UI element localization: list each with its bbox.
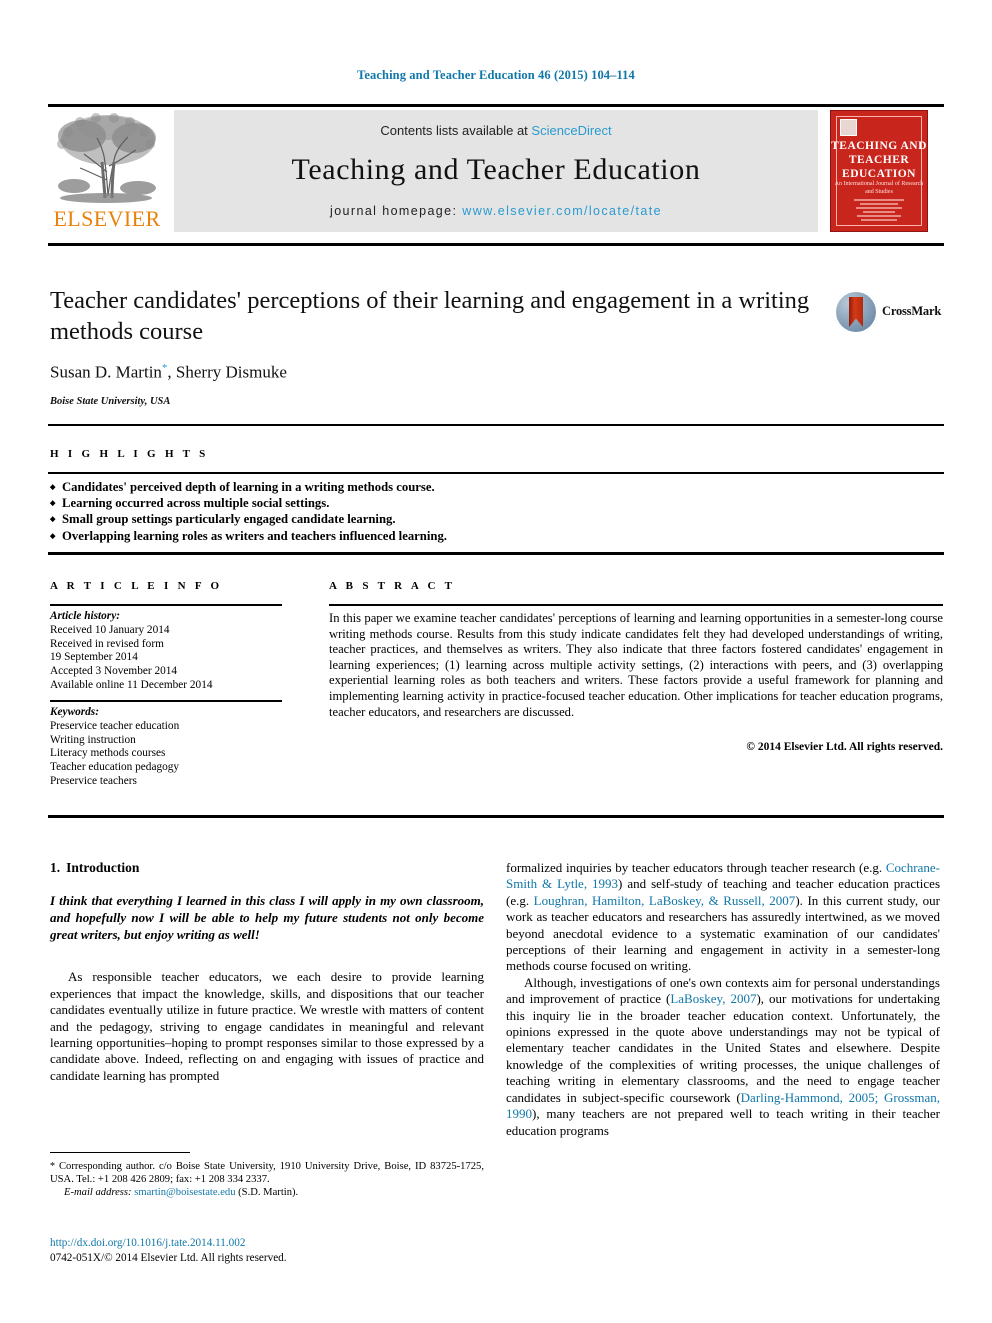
list-item: Overlapping learning roles as writers an… (50, 528, 770, 545)
pull-quote: I think that everything I learned in thi… (50, 893, 484, 943)
author-rest: , Sherry Dismuke (167, 362, 287, 382)
article-history-line: Available online 11 December 2014 (50, 678, 213, 691)
journal-homepage-line: journal homepage: www.elsevier.com/locat… (174, 204, 818, 218)
email-link[interactable]: smartin@boisestate.edu (134, 1187, 235, 1198)
article-history-label: Article history: (50, 610, 120, 622)
email-label: E-mail address: (64, 1187, 132, 1198)
abstract-copyright: © 2014 Elsevier Ltd. All rights reserved… (746, 741, 943, 753)
journal-cover-thumbnail: TEACHING AND TEACHER EDUCATION An Intern… (830, 110, 928, 232)
body-column-right: formalized inquiries by teacher educator… (506, 860, 940, 1139)
paper-page: Teaching and Teacher Education 46 (2015)… (0, 0, 992, 1323)
keywords-rule (50, 700, 282, 702)
keyword-item: Writing instruction (50, 733, 136, 746)
keyword-item: Preservice teacher education (50, 719, 180, 732)
author-affiliation: Boise State University, USA (50, 396, 171, 407)
corresponding-author-footnote: * Corresponding author. c/o Boise State … (50, 1160, 484, 1199)
contents-line: Contents lists available at ScienceDirec… (174, 123, 818, 138)
keyword-item: Literacy methods courses (50, 747, 166, 760)
keywords-label: Keywords: (50, 706, 99, 718)
journal-banner: Contents lists available at ScienceDirec… (174, 110, 818, 232)
title-section-rule (48, 424, 944, 426)
abstract-heading: A B S T R A C T (329, 580, 456, 592)
masthead-top-rule (48, 104, 944, 107)
article-info-rule (50, 604, 282, 606)
keywords-block: Keywords: Preservice teacher education W… (50, 706, 290, 789)
list-item: Candidates' perceived depth of learning … (50, 479, 770, 496)
section-heading-introduction: 1. Introduction (50, 860, 484, 876)
keyword-item: Preservice teachers (50, 774, 137, 787)
list-item: Small group settings particularly engage… (50, 511, 770, 528)
doi-link[interactable]: http://dx.doi.org/10.1016/j.tate.2014.11… (50, 1236, 484, 1251)
contents-prefix: Contents lists available at (380, 123, 532, 138)
footnote-rule (50, 1152, 190, 1153)
homepage-url-link[interactable]: www.elsevier.com/locate/tate (462, 204, 662, 218)
article-history-line: Received in revised form (50, 637, 164, 650)
article-history: Article history: Received 10 January 201… (50, 610, 290, 693)
masthead-bottom-rule (48, 243, 944, 246)
cover-editor-lines (831, 199, 927, 223)
abstract-text: In this paper we examine teacher candida… (329, 611, 943, 719)
abstract-bottom-rule (48, 815, 944, 818)
highlights-list: Candidates' perceived depth of learning … (50, 479, 770, 545)
sciencedirect-link[interactable]: ScienceDirect (531, 123, 611, 138)
journal-title: Teaching and Teacher Education (291, 153, 701, 186)
section-title: Introduction (66, 860, 140, 875)
paragraph: formalized inquiries by teacher educator… (506, 860, 940, 975)
article-history-line: 19 September 2014 (50, 651, 138, 664)
crossmark-label: CrossMark (882, 304, 942, 318)
crossmark-badge[interactable]: CrossMark (836, 292, 942, 334)
elsevier-tree-icon (50, 110, 162, 206)
doi-block: http://dx.doi.org/10.1016/j.tate.2014.11… (50, 1236, 484, 1265)
paragraph-text: ), our motivations for undertaking this … (506, 991, 940, 1105)
cover-title: TEACHING AND TEACHER EDUCATION (831, 140, 927, 180)
issn-copyright: 0742-051X/© 2014 Elsevier Ltd. All right… (50, 1251, 287, 1264)
running-head: Teaching and Teacher Education 46 (2015)… (357, 68, 635, 82)
keyword-item: Teacher education pedagogy (50, 761, 180, 774)
abstract-rule (329, 604, 943, 606)
article-history-line: Received 10 January 2014 (50, 623, 170, 636)
article-history-line: Accepted 3 November 2014 (50, 665, 178, 678)
highlights-rule (48, 472, 944, 474)
author-first: Susan D. Martin (50, 362, 162, 382)
page-title: Teacher candidates' perceptions of their… (50, 287, 810, 345)
journal-masthead: ELSEVIER Contents lists available at Sci… (48, 104, 944, 234)
paragraph-text: formalized inquiries by teacher educator… (506, 860, 886, 875)
highlights-bottom-rule (48, 552, 944, 555)
article-info-heading: A R T I C L E I N F O (50, 580, 223, 592)
paragraph-text: ), many teachers are not prepared well t… (506, 1106, 940, 1138)
elsevier-wordmark: ELSEVIER (53, 206, 161, 231)
elsevier-logo: ELSEVIER (48, 110, 166, 234)
citation-link[interactable]: Loughran, Hamilton, LaBoskey, & Russell,… (534, 893, 796, 908)
homepage-prefix: journal homepage: (330, 204, 463, 218)
footnote-text: Corresponding author. c/o Boise State Un… (50, 1161, 484, 1185)
paragraph: Although, investigations of one's own co… (506, 975, 940, 1139)
paragraph: As responsible teacher educators, we eac… (50, 969, 484, 1083)
cover-elsevier-mark-icon (840, 119, 857, 136)
section-number: 1. (50, 860, 61, 875)
citation-link[interactable]: LaBoskey, 2007 (670, 991, 756, 1006)
highlights-heading: H I G H L I G H T S (50, 448, 209, 460)
body-column-left: 1. Introduction I think that everything I… (50, 860, 484, 1084)
author-list: Susan D. Martin*, Sherry Dismuke (50, 362, 820, 383)
email-suffix: (S.D. Martin). (235, 1187, 299, 1198)
cover-subtitle: An International Journal of Research and… (834, 181, 924, 195)
list-item: Learning occurred across multiple social… (50, 495, 770, 512)
